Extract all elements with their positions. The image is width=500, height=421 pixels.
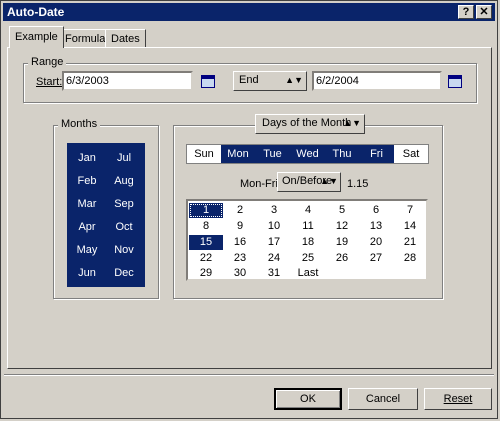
close-icon: ✕ <box>479 6 489 18</box>
auto-date-dialog: Auto-Date ? ✕ Example Formula Dates Rang… <box>0 0 498 419</box>
month-item[interactable]: Nov <box>106 244 142 256</box>
weekday-thu[interactable]: Thu <box>325 145 359 163</box>
help-button[interactable]: ? <box>458 5 474 19</box>
months-list[interactable]: Jan Jul Feb Aug Mar Sep Apr Oct May Nov … <box>67 143 145 287</box>
close-button[interactable]: ✕ <box>476 5 492 19</box>
month-item[interactable]: Jun <box>69 267 105 279</box>
day-cell[interactable]: 4 <box>291 203 325 218</box>
day-cell[interactable]: 6 <box>359 203 393 218</box>
weekday-fri[interactable]: Fri <box>359 145 394 163</box>
updown-arrow-icon: ▲▼ <box>320 176 338 186</box>
days-mode-select[interactable]: Days of the Month ▲▼ <box>255 114 365 134</box>
month-item[interactable]: Mar <box>69 198 105 210</box>
updown-arrow-icon: ▲▼ <box>285 75 303 85</box>
day-cell[interactable]: 8 <box>189 219 223 234</box>
tab-example[interactable]: Example <box>9 26 64 48</box>
end-select[interactable]: End ▲▼ <box>233 71 307 91</box>
month-item[interactable]: Apr <box>69 221 105 233</box>
bottom-divider <box>4 374 494 376</box>
range-legend: Range <box>28 56 67 68</box>
month-item[interactable]: May <box>69 244 105 256</box>
weekday-selector[interactable]: Sun Mon Tue Wed Thu Fri Sat <box>186 144 429 164</box>
month-item[interactable]: Aug <box>106 175 142 187</box>
day-cell[interactable]: 3 <box>257 203 291 218</box>
title-bar: Auto-Date ? ✕ <box>3 3 495 21</box>
day-cell[interactable]: 16 <box>223 235 257 250</box>
reset-button[interactable]: Reset <box>424 388 492 410</box>
day-cell[interactable]: 26 <box>325 251 359 266</box>
day-cell[interactable]: 7 <box>393 203 427 218</box>
end-date-field[interactable]: 6/2/2004 <box>312 71 442 91</box>
day-cell[interactable]: 30 <box>223 266 257 281</box>
month-item[interactable]: Oct <box>106 221 142 233</box>
day-cell[interactable]: 27 <box>359 251 393 266</box>
tab-formula-label: Formula <box>65 33 106 45</box>
day-cell[interactable]: 2 <box>223 203 257 218</box>
ok-button[interactable]: OK <box>274 388 342 410</box>
day-cell[interactable]: 1 <box>189 203 223 218</box>
day-cell[interactable]: 9 <box>223 219 257 234</box>
weekday-mon[interactable]: Mon <box>221 145 255 163</box>
day-cell[interactable]: 22 <box>189 251 223 266</box>
day-cell[interactable]: 31 <box>257 266 291 281</box>
tab-formula[interactable]: Formula <box>59 29 112 47</box>
day-cell[interactable]: 28 <box>393 251 427 266</box>
day-cell[interactable]: 15 <box>189 235 223 250</box>
start-label: Start: <box>36 76 63 88</box>
window-title: Auto-Date <box>7 5 65 19</box>
day-cell[interactable]: 10 <box>257 219 291 234</box>
monfri-select[interactable]: On/Before ▲▼ <box>277 172 341 192</box>
calendar-icon-end[interactable] <box>448 75 462 88</box>
cancel-button[interactable]: Cancel <box>348 388 418 410</box>
day-cell[interactable]: 24 <box>257 251 291 266</box>
end-select-value: End <box>239 74 259 86</box>
day-cell[interactable]: 25 <box>291 251 325 266</box>
weekday-wed[interactable]: Wed <box>290 145 325 163</box>
updown-arrow-icon: ▲▼ <box>343 118 361 128</box>
day-cell[interactable]: 12 <box>325 219 359 234</box>
day-cell[interactable]: 13 <box>359 219 393 234</box>
day-cell[interactable]: 18 <box>291 235 325 250</box>
days-of-month-grid[interactable]: 1 2 3 4 5 6 7 8 9 10 11 12 13 14 15 16 1… <box>186 199 428 281</box>
day-cell[interactable]: 17 <box>257 235 291 250</box>
months-legend: Months <box>58 118 101 130</box>
day-cell[interactable]: 20 <box>359 235 393 250</box>
tab-dates[interactable]: Dates <box>105 29 146 47</box>
monfri-value: 1.15 <box>347 178 369 190</box>
day-cell[interactable]: 21 <box>393 235 427 250</box>
day-cell[interactable]: 29 <box>189 266 223 281</box>
weekday-sun[interactable]: Sun <box>187 145 221 163</box>
month-item[interactable]: Sep <box>106 198 142 210</box>
day-cell[interactable]: 19 <box>325 235 359 250</box>
month-item[interactable]: Dec <box>106 267 142 279</box>
tab-example-label: Example <box>15 31 58 43</box>
day-cell[interactable]: 11 <box>291 219 325 234</box>
weekday-tue[interactable]: Tue <box>255 145 290 163</box>
day-cell[interactable]: 23 <box>223 251 257 266</box>
monfri-label: Mon-Fri <box>240 178 278 190</box>
month-item[interactable]: Jul <box>106 152 142 164</box>
calendar-icon[interactable] <box>201 75 215 88</box>
month-item[interactable]: Jan <box>69 152 105 164</box>
days-mode-value: Days of the Month <box>262 117 352 129</box>
day-cell[interactable]: 5 <box>325 203 359 218</box>
day-cell[interactable]: 14 <box>393 219 427 234</box>
month-item[interactable]: Feb <box>69 175 105 187</box>
day-cell-last[interactable]: Last <box>291 266 325 281</box>
start-date-field[interactable]: 6/3/2003 <box>62 71 193 91</box>
weekday-sat[interactable]: Sat <box>394 145 428 163</box>
tab-dates-label: Dates <box>111 33 140 45</box>
